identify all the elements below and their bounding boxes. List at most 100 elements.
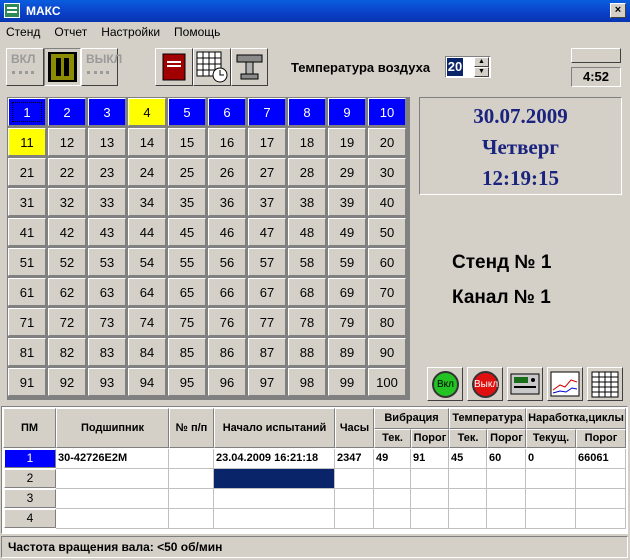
- grid-cell[interactable]: 68: [288, 278, 326, 306]
- table-cell-hours[interactable]: [335, 489, 374, 509]
- grid-cell[interactable]: 86: [208, 338, 246, 366]
- grid-cell[interactable]: 49: [328, 218, 366, 246]
- grid-cell[interactable]: 19: [328, 128, 366, 156]
- grid-cell[interactable]: 60: [368, 248, 406, 276]
- grid-cell[interactable]: 51: [8, 248, 46, 276]
- calendar-button[interactable]: [193, 48, 231, 86]
- row-header-3[interactable]: 3: [4, 489, 56, 508]
- grid-cell[interactable]: 2: [48, 98, 86, 126]
- grid-cell[interactable]: 87: [248, 338, 286, 366]
- close-button[interactable]: ×: [610, 3, 626, 18]
- grid-cell[interactable]: 73: [88, 308, 126, 336]
- grid-cell[interactable]: 15: [168, 128, 206, 156]
- grid-cell[interactable]: 17: [248, 128, 286, 156]
- grid-cell[interactable]: 20: [368, 128, 406, 156]
- grid-cell[interactable]: 30: [368, 158, 406, 186]
- grid-cell[interactable]: 26: [208, 158, 246, 186]
- grid-cell[interactable]: 77: [248, 308, 286, 336]
- table-cell-bearing[interactable]: 30-42726E2M: [56, 449, 169, 469]
- grid-cell[interactable]: 82: [48, 338, 86, 366]
- grid-cell[interactable]: 28: [288, 158, 326, 186]
- grid-cell[interactable]: 8: [288, 98, 326, 126]
- grid-cell[interactable]: 69: [328, 278, 366, 306]
- spin-down-icon[interactable]: ▼: [474, 67, 489, 77]
- grid-cell[interactable]: 21: [8, 158, 46, 186]
- grid-cell[interactable]: 76: [208, 308, 246, 336]
- grid-cell[interactable]: 67: [248, 278, 286, 306]
- grid-cell[interactable]: 29: [328, 158, 366, 186]
- grid-cell[interactable]: 95: [168, 368, 206, 396]
- table-cell-run-thr[interactable]: 66061: [576, 449, 626, 469]
- table-cell-temp-cur[interactable]: [449, 509, 487, 529]
- grid-cell[interactable]: 57: [248, 248, 286, 276]
- table-cell-run-cur[interactable]: [526, 469, 576, 489]
- menu-settings[interactable]: Настройки: [101, 25, 160, 39]
- grid-cell[interactable]: 75: [168, 308, 206, 336]
- grid-cell[interactable]: 90: [368, 338, 406, 366]
- on-button[interactable]: ВКЛ: [6, 48, 44, 86]
- grid-cell[interactable]: 96: [208, 368, 246, 396]
- grid-cell[interactable]: 72: [48, 308, 86, 336]
- grid-cell[interactable]: 6: [208, 98, 246, 126]
- grid-cell[interactable]: 84: [128, 338, 166, 366]
- menu-help[interactable]: Помощь: [174, 25, 220, 39]
- chart-button[interactable]: [547, 367, 583, 401]
- grid-cell[interactable]: 35: [168, 188, 206, 216]
- grid-cell[interactable]: 94: [128, 368, 166, 396]
- grid-cell[interactable]: 61: [8, 278, 46, 306]
- table-cell-hours[interactable]: [335, 469, 374, 489]
- grid-cell[interactable]: 65: [168, 278, 206, 306]
- grid-cell[interactable]: 47: [248, 218, 286, 246]
- table-cell-vib-thr[interactable]: [411, 509, 449, 529]
- grid-cell[interactable]: 25: [168, 158, 206, 186]
- grid-cell[interactable]: 88: [288, 338, 326, 366]
- table-cell-run-cur[interactable]: [526, 509, 576, 529]
- table-cell-run-cur[interactable]: [526, 489, 576, 509]
- grid-cell[interactable]: 74: [128, 308, 166, 336]
- grid-cell[interactable]: 33: [88, 188, 126, 216]
- grid-cell[interactable]: 99: [328, 368, 366, 396]
- table-cell-num[interactable]: [169, 509, 214, 529]
- table-cell-bearing[interactable]: [56, 489, 169, 509]
- grid-cell[interactable]: 55: [168, 248, 206, 276]
- grid-cell[interactable]: 32: [48, 188, 86, 216]
- table-cell-run-cur[interactable]: 0: [526, 449, 576, 469]
- grid-cell[interactable]: 79: [328, 308, 366, 336]
- grid-cell[interactable]: 4: [128, 98, 166, 126]
- table-cell-start[interactable]: 23.04.2009 16:21:18: [214, 449, 335, 469]
- grid-cell[interactable]: 42: [48, 218, 86, 246]
- grid-cell[interactable]: 83: [88, 338, 126, 366]
- grid-cell[interactable]: 48: [288, 218, 326, 246]
- power-off-button[interactable]: Выкл: [467, 367, 503, 401]
- table-cell-vib-cur[interactable]: [374, 509, 411, 529]
- menu-report[interactable]: Отчет: [54, 25, 87, 39]
- grid-cell[interactable]: 31: [8, 188, 46, 216]
- grid-cell[interactable]: 97: [248, 368, 286, 396]
- table-cell-start[interactable]: [214, 489, 335, 509]
- grid-cell[interactable]: 85: [168, 338, 206, 366]
- table-cell-temp-cur[interactable]: [449, 489, 487, 509]
- table-cell-num[interactable]: [169, 449, 214, 469]
- grid-cell[interactable]: 14: [128, 128, 166, 156]
- table-cell-temp-cur[interactable]: 45: [449, 449, 487, 469]
- off-button[interactable]: ВЫКЛ: [81, 48, 122, 86]
- grid-cell[interactable]: 53: [88, 248, 126, 276]
- grid-cell[interactable]: 64: [128, 278, 166, 306]
- table-cell-num[interactable]: [169, 469, 214, 489]
- air-temperature-spinner[interactable]: 20 ▲ ▼: [445, 56, 491, 78]
- pause-button[interactable]: [44, 48, 81, 86]
- grid-cell[interactable]: 12: [48, 128, 86, 156]
- grid-cell[interactable]: 40: [368, 188, 406, 216]
- table-cell-bearing[interactable]: [56, 509, 169, 529]
- grid-cell[interactable]: 43: [88, 218, 126, 246]
- grid-cell[interactable]: 92: [48, 368, 86, 396]
- grid-cell[interactable]: 81: [8, 338, 46, 366]
- grid-cell[interactable]: 54: [128, 248, 166, 276]
- grid-cell[interactable]: 5: [168, 98, 206, 126]
- grid-cell[interactable]: 41: [8, 218, 46, 246]
- grid-cell[interactable]: 98: [288, 368, 326, 396]
- table-cell-temp-thr[interactable]: [487, 469, 526, 489]
- grid-cell[interactable]: 63: [88, 278, 126, 306]
- grid-cell[interactable]: 34: [128, 188, 166, 216]
- tool-button[interactable]: [231, 48, 268, 86]
